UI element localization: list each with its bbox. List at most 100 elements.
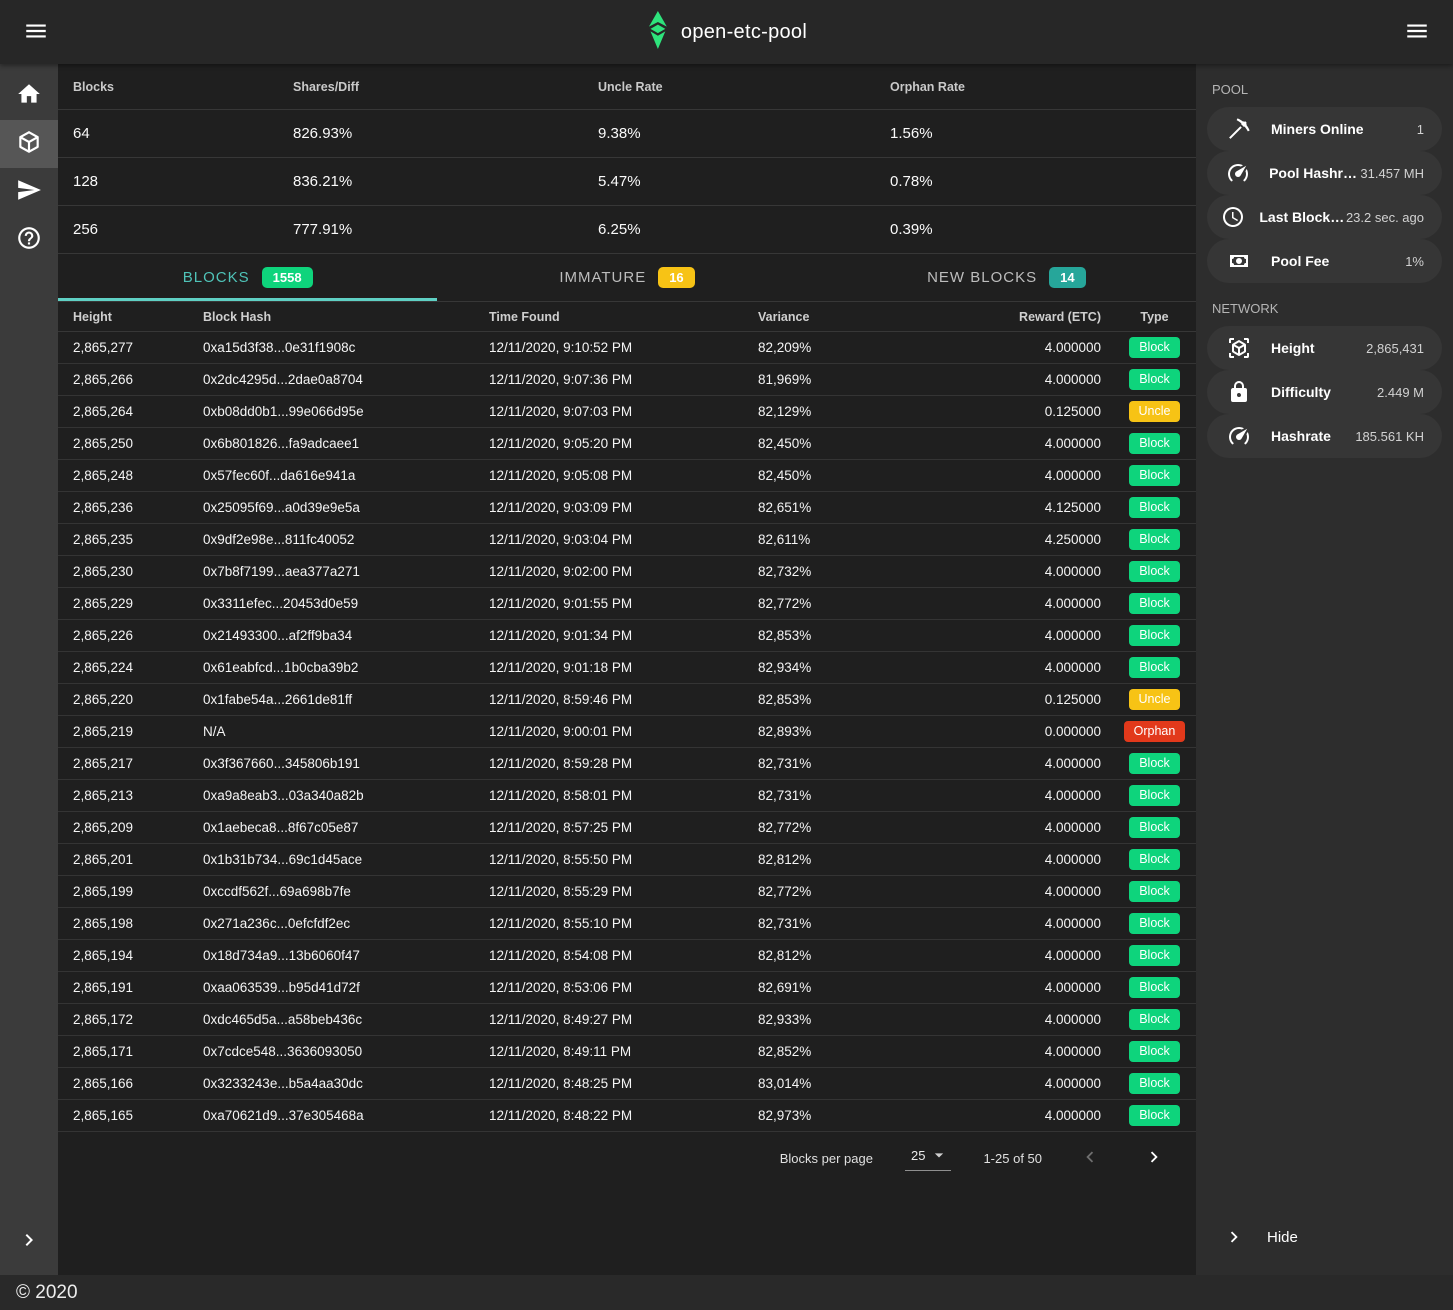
block-reward: 4.000000 <box>918 756 1113 771</box>
block-row[interactable]: 2,865,1940x18d734a9...13b6060f4712/11/20… <box>58 940 1196 972</box>
block-row[interactable]: 2,865,1990xccdf562f...69a698b7fe12/11/20… <box>58 876 1196 908</box>
block-time: 12/11/2020, 8:55:29 PM <box>489 884 758 899</box>
block-variance: 82,129% <box>758 404 918 419</box>
type-badge: Block <box>1129 1009 1180 1030</box>
block-row[interactable]: 2,865,2300x7b8f7199...aea377a27112/11/20… <box>58 556 1196 588</box>
block-height: 2,865,220 <box>73 692 203 707</box>
block-row[interactable]: 2,865,1720xdc465d5a...a58beb436c12/11/20… <box>58 1004 1196 1036</box>
home-icon <box>16 81 42 112</box>
block-variance: 82,731% <box>758 788 918 803</box>
block-time: 12/11/2020, 8:58:01 PM <box>489 788 758 803</box>
rail-item-help[interactable] <box>0 216 58 264</box>
tab-new-blocks[interactable]: NEW BLOCKS 14 <box>817 254 1196 301</box>
block-height: 2,865,264 <box>73 404 203 419</box>
block-height: 2,865,219 <box>73 724 203 739</box>
rail-expand-button[interactable] <box>0 1218 58 1266</box>
block-row[interactable]: 2,865,2240x61eabfcd...1b0cba39b212/11/20… <box>58 652 1196 684</box>
block-row[interactable]: 2,865,2360x25095f69...a0d39e9e5a12/11/20… <box>58 492 1196 524</box>
stat-row-height: Height2,865,431 <box>1207 326 1442 370</box>
block-type-cell: Block <box>1113 465 1196 486</box>
block-row[interactable]: 2,865,1710x7cdce548...363609305012/11/20… <box>58 1036 1196 1068</box>
block-time: 12/11/2020, 9:01:55 PM <box>489 596 758 611</box>
block-reward: 4.125000 <box>918 500 1113 515</box>
new-blocks-count-badge: 14 <box>1049 267 1085 288</box>
chevron-right-icon <box>1143 1146 1165 1171</box>
block-variance: 82,731% <box>758 756 918 771</box>
block-hash: 0x9df2e98e...811fc40052 <box>203 532 489 547</box>
tab-immature[interactable]: IMMATURE 16 <box>437 254 816 301</box>
block-height: 2,865,171 <box>73 1044 203 1059</box>
block-row[interactable]: 2,865,2480x57fec60f...da616e941a12/11/20… <box>58 460 1196 492</box>
block-row[interactable]: 2,865,1660x3233243e...b5a4aa30dc12/11/20… <box>58 1068 1196 1100</box>
block-hash: 0x25095f69...a0d39e9e5a <box>203 500 489 515</box>
block-row[interactable]: 2,865,2660x2dc4295d...2dae0a870412/11/20… <box>58 364 1196 396</box>
block-variance: 82,772% <box>758 884 918 899</box>
etc-diamond-icon <box>646 11 669 54</box>
block-hash: 0x1b31b734...69c1d45ace <box>203 852 489 867</box>
per-page-value: 25 <box>911 1148 925 1163</box>
block-time: 12/11/2020, 8:57:25 PM <box>489 820 758 835</box>
type-badge: Block <box>1129 337 1180 358</box>
block-row[interactable]: 2,865,2500x6b801826...fa9adcaee112/11/20… <box>58 428 1196 460</box>
rail-item-payments[interactable] <box>0 168 58 216</box>
block-row[interactable]: 2,865,2640xb08dd0b1...99e066d95e12/11/20… <box>58 396 1196 428</box>
block-height: 2,865,229 <box>73 596 203 611</box>
left-menu-button[interactable] <box>16 12 56 52</box>
stat-value: 23.2 sec. ago <box>1346 210 1442 225</box>
right-menu-button[interactable] <box>1397 12 1437 52</box>
type-badge: Block <box>1129 529 1180 550</box>
rail-item-home[interactable] <box>0 72 58 120</box>
type-badge: Block <box>1129 625 1180 646</box>
block-row[interactable]: 2,865,2350x9df2e98e...811fc4005212/11/20… <box>58 524 1196 556</box>
tab-blocks[interactable]: BLOCKS 1558 <box>58 254 437 301</box>
block-reward: 0.000000 <box>918 724 1113 739</box>
block-reward: 4.000000 <box>918 788 1113 803</box>
block-reward: 4.000000 <box>918 852 1113 867</box>
block-row[interactable]: 2,865,2090x1aebeca8...8f67c05e8712/11/20… <box>58 812 1196 844</box>
summary-cell: 128 <box>73 173 293 190</box>
next-page-button[interactable] <box>1138 1142 1170 1174</box>
block-time: 12/11/2020, 8:54:08 PM <box>489 948 758 963</box>
chevron-left-icon <box>1079 1146 1101 1171</box>
block-hash: 0x2dc4295d...2dae0a8704 <box>203 372 489 387</box>
block-reward: 4.000000 <box>918 1108 1113 1123</box>
block-row[interactable]: 2,865,2770xa15d3f38...0e31f1908c12/11/20… <box>58 332 1196 364</box>
block-variance: 82,853% <box>758 692 918 707</box>
summary-cell: 9.38% <box>598 125 890 142</box>
type-badge: Uncle <box>1129 689 1181 710</box>
menu-icon <box>23 18 49 47</box>
block-row[interactable]: 2,865,1910xaa063539...b95d41d72f12/11/20… <box>58 972 1196 1004</box>
blocks-count-badge: 1558 <box>262 267 313 288</box>
block-hash: 0x3233243e...b5a4aa30dc <box>203 1076 489 1091</box>
rail-item-blocks[interactable] <box>0 120 58 168</box>
block-row[interactable]: 2,865,2170x3f367660...345806b19112/11/20… <box>58 748 1196 780</box>
block-type-cell: Block <box>1113 817 1196 838</box>
block-row[interactable]: 2,865,219N/A12/11/2020, 9:00:01 PM82,893… <box>58 716 1196 748</box>
app-title: open-etc-pool <box>681 21 807 44</box>
block-time: 12/11/2020, 9:02:00 PM <box>489 564 758 579</box>
block-row[interactable]: 2,865,1980x271a236c...0efcfdf2ec12/11/20… <box>58 908 1196 940</box>
block-variance: 82,691% <box>758 980 918 995</box>
per-page-select[interactable]: 25 <box>905 1145 951 1171</box>
block-hash: 0x57fec60f...da616e941a <box>203 468 489 483</box>
block-height: 2,865,226 <box>73 628 203 643</box>
block-row[interactable]: 2,865,2010x1b31b734...69c1d45ace12/11/20… <box>58 844 1196 876</box>
previous-page-button[interactable] <box>1074 1142 1106 1174</box>
stat-value: 2,865,431 <box>1366 341 1442 356</box>
block-variance: 82,732% <box>758 564 918 579</box>
block-reward: 4.000000 <box>918 884 1113 899</box>
footer: © 2020 <box>0 1275 1453 1310</box>
block-row[interactable]: 2,865,2290x3311efec...20453d0e5912/11/20… <box>58 588 1196 620</box>
col-time: Time Found <box>489 310 758 324</box>
block-row[interactable]: 2,865,1650xa70621d9...37e305468a12/11/20… <box>58 1100 1196 1132</box>
block-row[interactable]: 2,865,2200x1fabe54a...2661de81ff12/11/20… <box>58 684 1196 716</box>
block-variance: 82,772% <box>758 596 918 611</box>
block-hash: 0x7cdce548...3636093050 <box>203 1044 489 1059</box>
block-type-cell: Uncle <box>1113 401 1196 422</box>
stat-label: Pool Hashrate <box>1269 165 1360 181</box>
block-row[interactable]: 2,865,2130xa9a8eab3...03a340a82b12/11/20… <box>58 780 1196 812</box>
block-hash: 0x1aebeca8...8f67c05e87 <box>203 820 489 835</box>
hide-sidebar-button[interactable]: Hide <box>1207 1215 1442 1259</box>
block-row[interactable]: 2,865,2260x21493300...af2ff9ba3412/11/20… <box>58 620 1196 652</box>
block-time: 12/11/2020, 8:59:28 PM <box>489 756 758 771</box>
